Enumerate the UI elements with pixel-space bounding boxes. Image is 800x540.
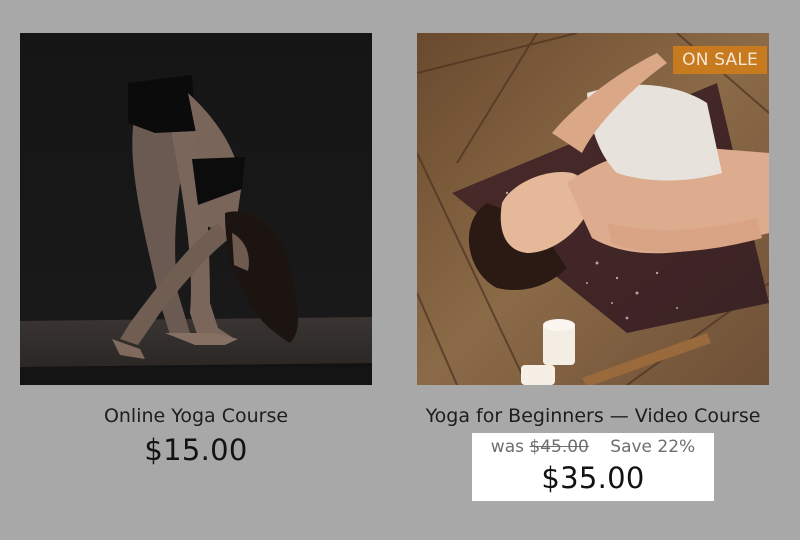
product-title[interactable]: Online Yoga Course xyxy=(20,405,372,427)
product-image[interactable] xyxy=(20,33,372,385)
product-image[interactable]: ON SALE xyxy=(417,33,769,385)
product-price: $15.00 xyxy=(144,433,248,467)
product-card-online-yoga-course[interactable]: Online Yoga Course $15.00 xyxy=(20,33,372,467)
sale-price-box: was $45.00 Save 22% $35.00 xyxy=(472,433,714,501)
was-label: was xyxy=(490,437,524,457)
sale-info-line: was $45.00 Save 22% xyxy=(472,437,714,457)
woman-lying-on-yoga-mat-photo xyxy=(417,33,769,385)
on-sale-badge: ON SALE xyxy=(673,46,767,74)
product-price: $35.00 xyxy=(541,461,645,495)
original-price: $45.00 xyxy=(529,437,589,457)
product-card-yoga-for-beginners[interactable]: ON SALE Yoga for Beginners — Video Cours… xyxy=(417,33,769,501)
forward-fold-yoga-photo xyxy=(20,33,372,385)
product-title[interactable]: Yoga for Beginners — Video Course xyxy=(413,405,773,427)
savings-text: Save 22% xyxy=(610,437,696,457)
